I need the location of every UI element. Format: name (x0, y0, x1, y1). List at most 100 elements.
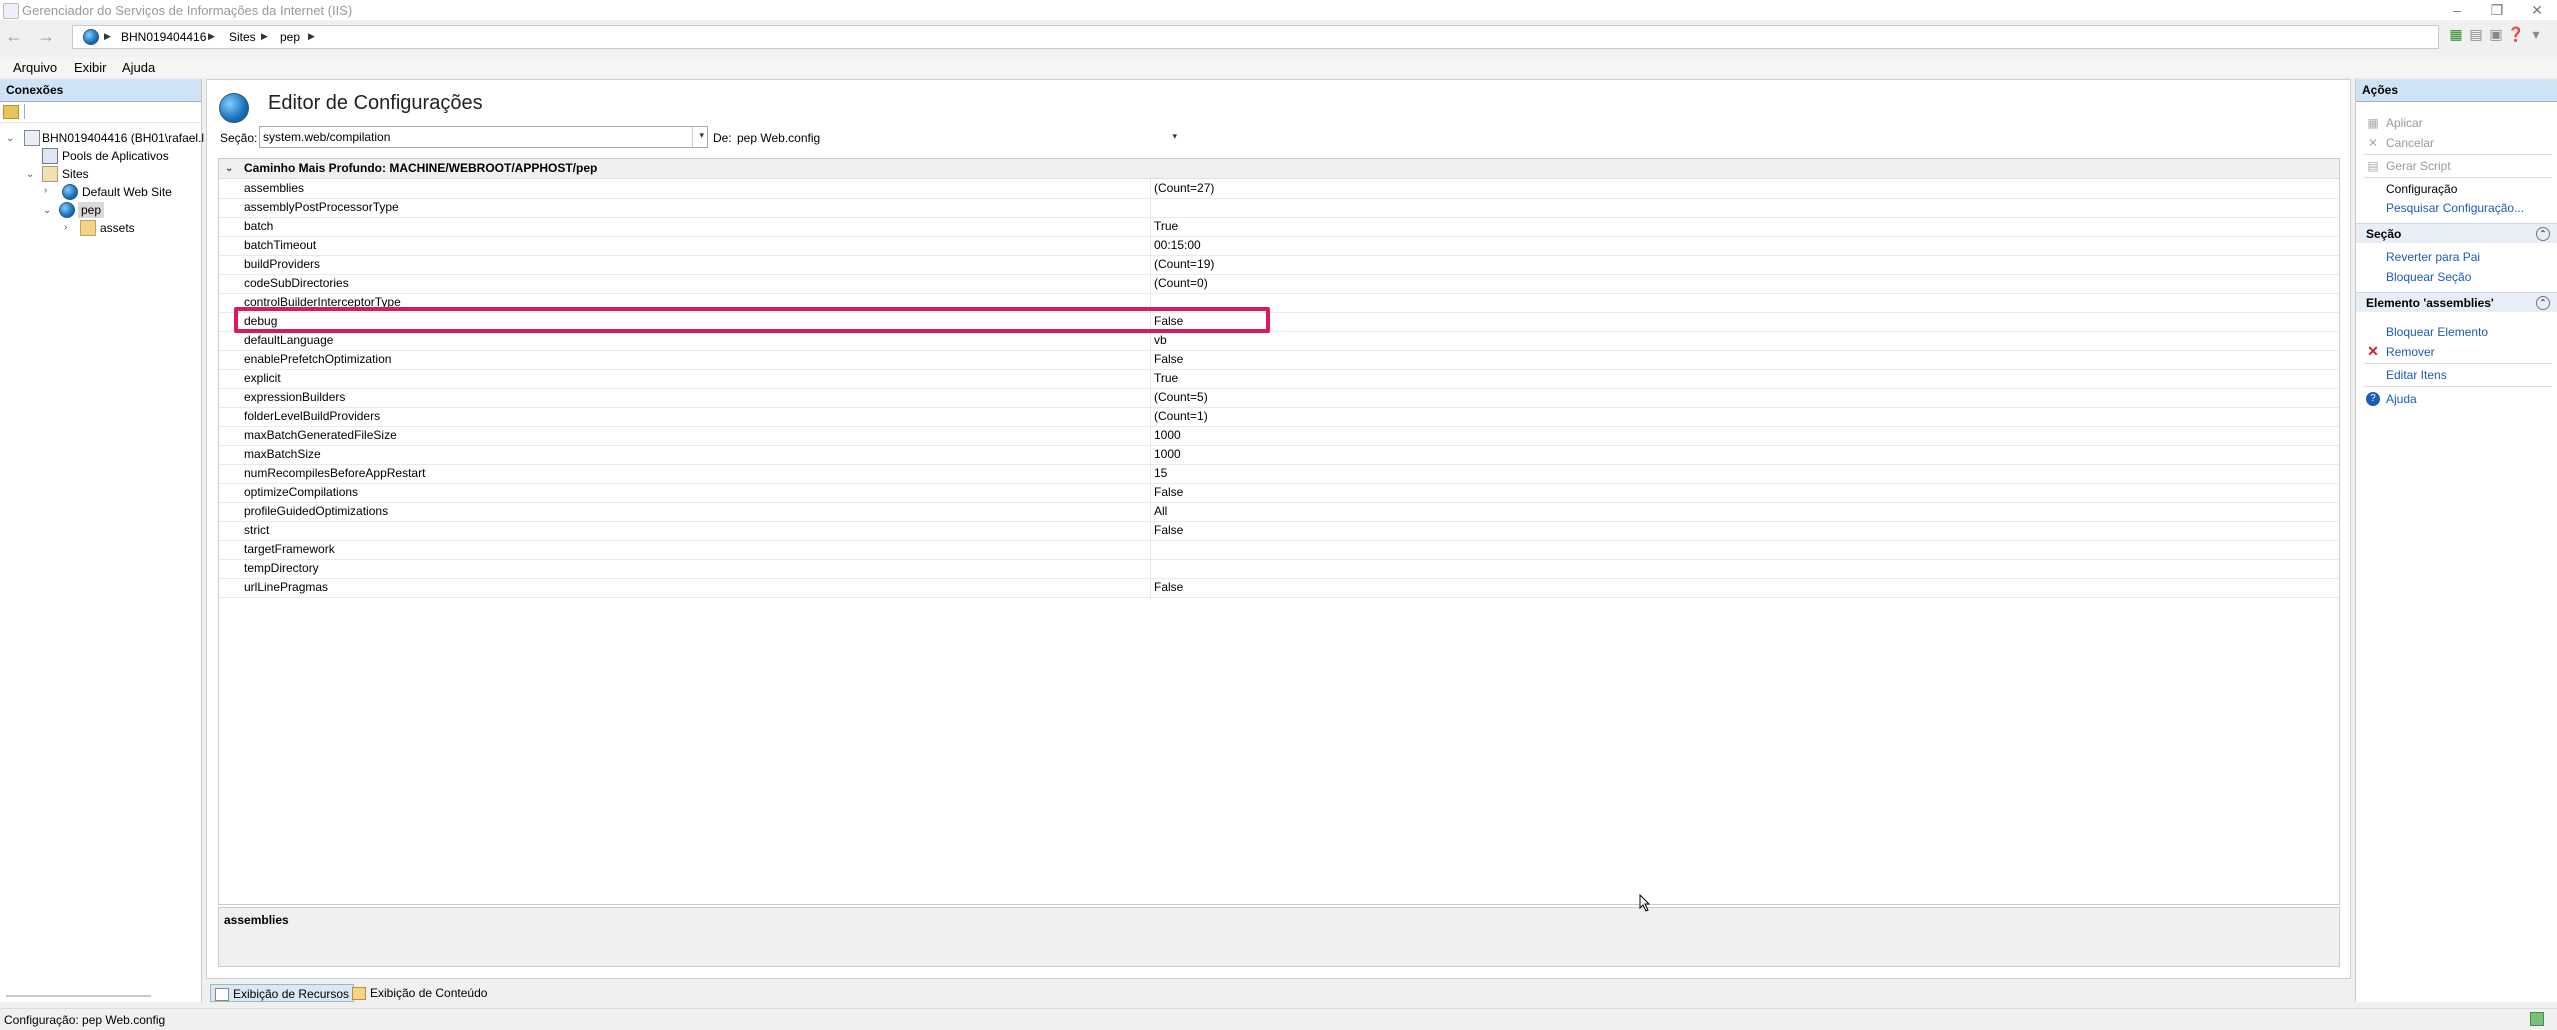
address-box[interactable]: ▶ BHN019404416 ▶ Sites ▶ pep ▶ (72, 25, 2439, 49)
property-name: numRecompilesBeforeAppRestart (244, 466, 426, 480)
cancel-action[interactable]: Cancelar (2386, 136, 2434, 150)
collapse-icon[interactable]: ⌃ (2536, 227, 2550, 241)
element-group-title: Elemento 'assemblies' (2366, 296, 2494, 310)
chevron-right-icon[interactable]: ▶ (208, 31, 215, 42)
tree-item-server[interactable]: BHN019404416 (BH01\rafael.l (42, 131, 204, 145)
chevron-down-icon[interactable]: ▾ (1172, 131, 1177, 142)
tab-content-view[interactable]: Exibição de Conteúdo (348, 984, 491, 1002)
go-icon[interactable]: ▦ (2447, 25, 2465, 43)
chevron-down-icon[interactable]: ⌄ (225, 159, 233, 178)
tree-item-assets[interactable]: assets (100, 221, 135, 235)
remove-action[interactable]: Remover (2386, 345, 2435, 359)
group-header[interactable]: ⌄ Caminho Mais Profundo: MACHINE/WEBROOT… (219, 159, 2339, 179)
table-row[interactable]: expressionBuilders (Count=5) (219, 388, 2339, 408)
chevron-right-icon[interactable]: ▶ (261, 31, 268, 42)
table-row[interactable]: folderLevelBuildProviders (Count=1) (219, 407, 2339, 427)
property-value[interactable]: True (1154, 219, 1178, 233)
section-dropdown-button[interactable]: ▾ (692, 127, 707, 147)
menu-help[interactable]: Ajuda (122, 60, 155, 75)
table-row[interactable]: batchTimeout 00:15:00 (219, 236, 2339, 256)
property-value[interactable]: 1000 (1154, 447, 1181, 461)
property-value[interactable]: False (1154, 523, 1183, 537)
table-row[interactable]: numRecompilesBeforeAppRestart 15 (219, 464, 2339, 484)
property-value[interactable]: 1000 (1154, 428, 1181, 442)
property-name: urlLinePragmas (244, 580, 329, 594)
forward-arrow-icon[interactable]: → (35, 25, 57, 47)
generate-script-action[interactable]: Gerar Script (2386, 159, 2451, 173)
help-icon[interactable]: ❓ (2507, 25, 2525, 43)
close-icon[interactable]: ✕ (2517, 1, 2557, 19)
lock-section-action[interactable]: Bloquear Seção (2386, 270, 2471, 284)
apply-action[interactable]: Aplicar (2386, 116, 2423, 130)
table-row[interactable]: assemblies (Count=27) (219, 179, 2339, 199)
column-divider (1150, 217, 1151, 236)
table-row[interactable]: batch True (219, 217, 2339, 237)
chevron-right-icon[interactable]: › (64, 222, 67, 233)
horizontal-scrollbar[interactable] (6, 995, 151, 997)
table-row[interactable]: strict False (219, 521, 2339, 541)
property-value[interactable]: (Count=0) (1154, 276, 1208, 290)
property-value[interactable]: vb (1154, 333, 1167, 347)
property-value[interactable]: All (1154, 504, 1167, 518)
section-combobox[interactable]: system.web/compilation ▾ (259, 126, 708, 148)
table-row[interactable]: targetFramework (219, 540, 2339, 560)
tree-item-default-web-site[interactable]: Default Web Site (82, 185, 172, 199)
table-row[interactable]: tempDirectory (219, 559, 2339, 579)
breadcrumb-server[interactable]: BHN019404416 (121, 30, 206, 44)
tree-item-pep[interactable]: pep (78, 202, 105, 218)
table-row[interactable]: codeSubDirectories (Count=0) (219, 274, 2339, 294)
edit-items-action[interactable]: Editar Itens (2386, 368, 2447, 382)
lock-element-action[interactable]: Bloquear Elemento (2386, 325, 2488, 339)
home-icon[interactable]: ▣ (2487, 25, 2505, 43)
table-row[interactable]: buildProviders (Count=19) (219, 255, 2339, 275)
chevron-down-icon[interactable]: ⌄ (26, 169, 34, 180)
table-row[interactable]: profileGuidedOptimizations All (219, 502, 2339, 522)
tab-features-view[interactable]: Exibição de Recursos (210, 984, 355, 1002)
menu-view[interactable]: Exibir (74, 60, 107, 75)
table-row[interactable]: defaultLanguage vb (219, 331, 2339, 351)
column-divider (1150, 274, 1151, 293)
chevron-right-icon[interactable]: › (44, 185, 47, 196)
connect-icon[interactable] (3, 105, 19, 119)
help-action[interactable]: Ajuda (2386, 392, 2417, 406)
property-value[interactable]: False (1154, 352, 1183, 366)
back-arrow-icon[interactable]: ← (3, 25, 25, 47)
table-row[interactable]: maxBatchGeneratedFileSize 1000 (219, 426, 2339, 446)
property-value[interactable]: (Count=5) (1154, 390, 1208, 404)
property-value[interactable]: (Count=27) (1154, 181, 1214, 195)
tree-item-app-pools[interactable]: Pools de Aplicativos (62, 149, 169, 163)
stop-icon[interactable]: ▤ (2467, 25, 2485, 43)
property-value[interactable]: False (1154, 485, 1183, 499)
search-configuration-action[interactable]: Pesquisar Configuração... (2386, 201, 2524, 215)
property-value[interactable]: (Count=1) (1154, 409, 1208, 423)
collapse-icon[interactable]: ⌃ (2536, 296, 2550, 310)
table-row[interactable]: enablePrefetchOptimization False (219, 350, 2339, 370)
description-title: assemblies (224, 913, 289, 927)
dropdown-arrow-icon[interactable]: ▾ (2527, 25, 2545, 43)
column-divider (1150, 236, 1151, 255)
property-value[interactable]: True (1154, 371, 1178, 385)
property-value[interactable]: (Count=19) (1154, 257, 1214, 271)
property-value[interactable]: False (1154, 580, 1183, 594)
tree-item-sites[interactable]: Sites (62, 167, 89, 181)
table-row[interactable]: urlLinePragmas False (219, 578, 2339, 598)
from-combobox[interactable]: pep Web.config ▾ (733, 126, 1186, 148)
breadcrumb-sites[interactable]: Sites (229, 30, 256, 44)
chevron-right-icon[interactable]: ▶ (104, 31, 111, 42)
page-title: Editor de Configurações (268, 92, 483, 114)
chevron-down-icon[interactable]: ⌄ (6, 133, 14, 144)
table-row[interactable]: optimizeCompilations False (219, 483, 2339, 503)
table-row[interactable]: assemblyPostProcessorType (219, 198, 2339, 218)
revert-to-parent-action[interactable]: Reverter para Pai (2386, 250, 2480, 264)
breadcrumb-pep[interactable]: pep (280, 30, 300, 44)
property-value[interactable]: 00:15:00 (1154, 238, 1201, 252)
chevron-right-icon[interactable]: ▶ (308, 31, 315, 42)
maximize-icon[interactable]: ❐ (2477, 1, 2517, 19)
minimize-icon[interactable]: – (2437, 1, 2477, 19)
element-group-header: Elemento 'assemblies' ⌃ (2356, 292, 2557, 312)
chevron-down-icon[interactable]: ⌄ (43, 205, 51, 216)
menu-file[interactable]: Arquivo (13, 60, 57, 75)
property-value[interactable]: 15 (1154, 466, 1167, 480)
table-row[interactable]: maxBatchSize 1000 (219, 445, 2339, 465)
table-row[interactable]: explicit True (219, 369, 2339, 389)
